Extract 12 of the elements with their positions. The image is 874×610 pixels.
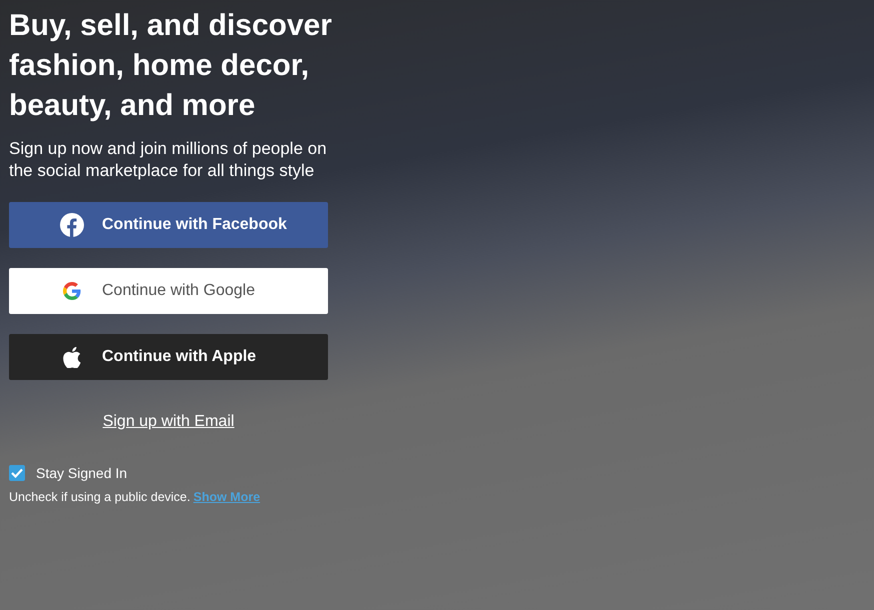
facebook-logo-icon [60, 213, 84, 237]
email-signup-link[interactable]: Sign up with Email [102, 413, 234, 431]
headline: Buy, sell, and discover fashion, home decor, beauty, and more [9, 8, 333, 124]
apple-logo-icon [63, 346, 81, 368]
facebook-signin-button[interactable]: Continue with Facebook [9, 202, 328, 248]
public-device-note: Uncheck if using a public device. Show More [9, 490, 262, 504]
apple-signin-button[interactable]: Continue with Apple [9, 334, 328, 380]
google-logo-icon [63, 282, 81, 300]
google-signin-button[interactable]: Continue with Google [9, 268, 328, 314]
stay-signed-in-checkbox[interactable] [9, 465, 25, 481]
subtitle: Sign up now and join millions of people on the social marketplace for all things style [9, 138, 328, 182]
checkbox-label: Stay Signed In [36, 465, 128, 481]
